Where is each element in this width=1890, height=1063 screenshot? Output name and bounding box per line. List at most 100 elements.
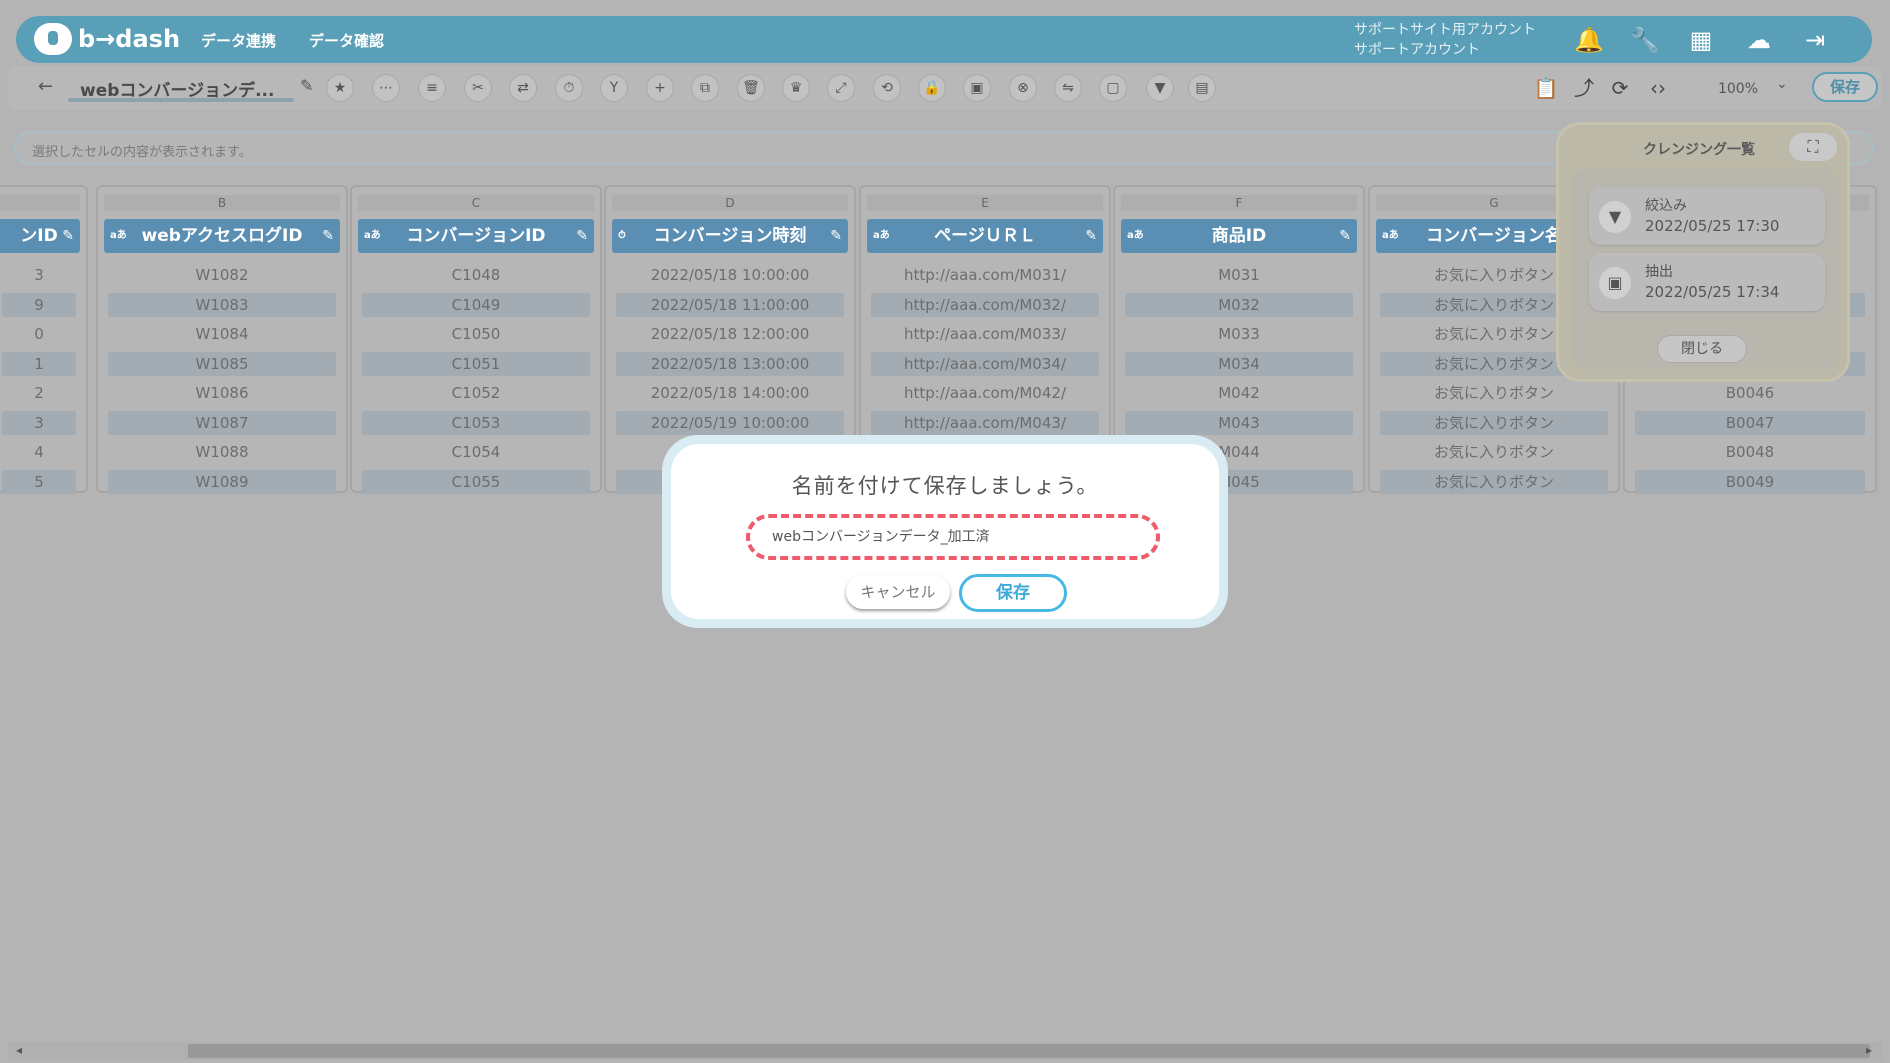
list-icon[interactable]: ≡ bbox=[418, 74, 446, 102]
edit-column-pencil-icon[interactable]: ✎ bbox=[576, 219, 588, 253]
pivot-grid-icon[interactable]: ▤ bbox=[1188, 74, 1216, 102]
grid-cell[interactable]: B0049 bbox=[1635, 469, 1865, 494]
lock-icon[interactable]: 🔒 bbox=[918, 74, 946, 102]
cleansing-item[interactable]: ▣ 抽出 2022/05/25 17:34 bbox=[1589, 253, 1825, 311]
more-dots-icon[interactable]: ⋯ bbox=[372, 74, 400, 102]
grid-cell[interactable]: W1083 bbox=[108, 292, 336, 317]
edit-column-pencil-icon[interactable]: ✎ bbox=[1339, 219, 1351, 253]
grid-cell[interactable]: 3 bbox=[2, 263, 76, 287]
column-header[interactable]: aあ 商品ID ✎ bbox=[1121, 219, 1357, 253]
grid-cell[interactable]: M043 bbox=[1125, 410, 1353, 435]
grid-cell[interactable]: W1087 bbox=[108, 410, 336, 435]
grid-cell[interactable]: W1082 bbox=[108, 263, 336, 287]
column-letter[interactable]: B bbox=[104, 195, 340, 211]
panel-close-button[interactable]: 閉じる bbox=[1657, 335, 1747, 363]
grid-cell[interactable]: 3 bbox=[2, 410, 76, 435]
box-icon[interactable]: ▣ bbox=[963, 74, 991, 102]
cloud-icon[interactable]: ☁ bbox=[1744, 25, 1774, 55]
code-icon[interactable]: ‹› bbox=[1644, 74, 1672, 102]
grid-cell[interactable]: B0046 bbox=[1635, 381, 1865, 405]
grid-cell[interactable]: W1088 bbox=[108, 440, 336, 464]
nav-data-integration[interactable]: データ連携 bbox=[201, 30, 276, 51]
convert-icon[interactable]: ⇋ bbox=[1054, 74, 1082, 102]
grid-cell[interactable]: http://aaa.com/M033/ bbox=[871, 322, 1099, 346]
column-letter[interactable]: F bbox=[1121, 195, 1357, 211]
grid-cell[interactable]: M032 bbox=[1125, 292, 1353, 317]
save-name-input[interactable]: webコンバージョンデータ_加工済 bbox=[746, 514, 1160, 560]
edit-title-pencil-icon[interactable]: ✎ bbox=[300, 76, 313, 95]
column-letter[interactable]: D bbox=[612, 195, 848, 211]
grid-cell[interactable]: http://aaa.com/M031/ bbox=[871, 263, 1099, 287]
column-header[interactable]: ンID ✎ bbox=[0, 219, 80, 253]
grid-cell[interactable]: 2022/05/18 13:00:00 bbox=[616, 351, 844, 376]
grid-cell[interactable]: 2022/05/18 10:00:00 bbox=[616, 263, 844, 287]
grid-cell[interactable]: C1055 bbox=[362, 469, 590, 494]
grid-cell[interactable]: W1089 bbox=[108, 469, 336, 494]
swap-icon[interactable]: ⇄ bbox=[509, 74, 537, 102]
scroll-left-icon[interactable]: ◂ bbox=[16, 1043, 22, 1057]
cleansing-item[interactable]: ▼ 絞込み 2022/05/25 17:30 bbox=[1589, 187, 1825, 245]
grid-cell[interactable]: M031 bbox=[1125, 263, 1353, 287]
column-header[interactable]: aあ webアクセスログID ✎ bbox=[104, 219, 340, 253]
grid-cell[interactable]: C1050 bbox=[362, 322, 590, 346]
filter-icon[interactable]: ▼ bbox=[1146, 74, 1174, 102]
column-letter[interactable]: C bbox=[358, 195, 594, 211]
grid-cell[interactable]: 0 bbox=[2, 322, 76, 346]
panel-expand-icon[interactable]: ⛶ bbox=[1789, 133, 1837, 161]
grid-cell[interactable]: お気に入りボタン bbox=[1380, 410, 1608, 435]
grid-cell[interactable]: C1053 bbox=[362, 410, 590, 435]
grid-cell[interactable]: 2022/05/18 14:00:00 bbox=[616, 381, 844, 405]
bell-icon[interactable]: 🔔 bbox=[1574, 25, 1604, 55]
grid-cell[interactable]: C1048 bbox=[362, 263, 590, 287]
column-letter[interactable]: E bbox=[867, 195, 1103, 211]
grid-cell[interactable]: C1049 bbox=[362, 292, 590, 317]
grid-cell[interactable]: B0048 bbox=[1635, 440, 1865, 464]
grid-cell[interactable]: http://aaa.com/M042/ bbox=[871, 381, 1099, 405]
refresh-icon[interactable]: ⟳ bbox=[1606, 74, 1634, 102]
edit-column-pencil-icon[interactable]: ✎ bbox=[830, 219, 842, 253]
frame-icon[interactable]: ▢ bbox=[1099, 74, 1127, 102]
column-header[interactable]: aあ ページＵＲＬ ✎ bbox=[867, 219, 1103, 253]
grid-cell[interactable]: お気に入りボタン bbox=[1380, 440, 1608, 464]
scroll-right-icon[interactable]: ▸ bbox=[1866, 1043, 1872, 1057]
grid-cell[interactable]: http://aaa.com/M032/ bbox=[871, 292, 1099, 317]
grid-cell[interactable]: 2022/05/18 11:00:00 bbox=[616, 292, 844, 317]
merge-icon[interactable]: Y bbox=[600, 74, 628, 102]
tools-icon[interactable]: ✂ bbox=[464, 74, 492, 102]
trash-icon[interactable]: 🗑 bbox=[737, 74, 765, 102]
expand-icon[interactable]: ⤢ bbox=[827, 74, 855, 102]
grid-cell[interactable]: 2 bbox=[2, 381, 76, 405]
zoom-select[interactable]: 100% bbox=[1688, 76, 1788, 102]
grid-cell[interactable]: W1084 bbox=[108, 322, 336, 346]
grid-cell[interactable]: M033 bbox=[1125, 322, 1353, 346]
grid-icon[interactable]: ▦ bbox=[1686, 25, 1716, 55]
column-header[interactable]: ⏱ コンバージョン時刻 ✎ bbox=[612, 219, 848, 253]
column-header[interactable]: aあ コンバージョンID ✎ bbox=[358, 219, 594, 253]
grid-cell[interactable]: B0047 bbox=[1635, 410, 1865, 435]
chevron-down-icon[interactable]: ⌄ bbox=[1776, 76, 1788, 92]
grid-cell[interactable]: お気に入りボタン bbox=[1380, 381, 1608, 405]
grid-cell[interactable]: 4 bbox=[2, 440, 76, 464]
star-icon[interactable]: ★ bbox=[326, 74, 354, 102]
close-circle-icon[interactable]: ⊗ bbox=[1009, 74, 1037, 102]
edit-column-pencil-icon[interactable]: ✎ bbox=[322, 219, 334, 253]
grid-cell[interactable]: W1086 bbox=[108, 381, 336, 405]
account-info[interactable]: サポートサイト用アカウント サポートアカウント bbox=[1354, 20, 1536, 60]
grid-cell[interactable]: M042 bbox=[1125, 381, 1353, 405]
grid-cell[interactable]: http://aaa.com/M043/ bbox=[871, 410, 1099, 435]
column-letter[interactable] bbox=[0, 195, 80, 211]
crown-icon[interactable]: ♛ bbox=[782, 74, 810, 102]
grid-cell[interactable]: C1052 bbox=[362, 381, 590, 405]
plus-icon[interactable]: + bbox=[646, 74, 674, 102]
horizontal-scrollbar[interactable]: ◂ ▸ bbox=[8, 1042, 1882, 1060]
edit-column-pencil-icon[interactable]: ✎ bbox=[1085, 219, 1097, 253]
dialog-save-button[interactable]: 保存 bbox=[959, 574, 1067, 612]
edit-column-pencil-icon[interactable]: ✎ bbox=[62, 219, 74, 253]
brand-logo[interactable]: b→dash bbox=[34, 22, 180, 56]
share-icon[interactable]: ⤴ bbox=[1570, 74, 1598, 102]
clipboard-icon[interactable]: 📋 bbox=[1532, 74, 1560, 102]
back-arrow-icon[interactable]: ← bbox=[38, 76, 53, 97]
grid-cell[interactable]: M034 bbox=[1125, 351, 1353, 376]
grid-cell[interactable]: C1051 bbox=[362, 351, 590, 376]
grid-cell[interactable]: 2022/05/19 10:00:00 bbox=[616, 410, 844, 435]
